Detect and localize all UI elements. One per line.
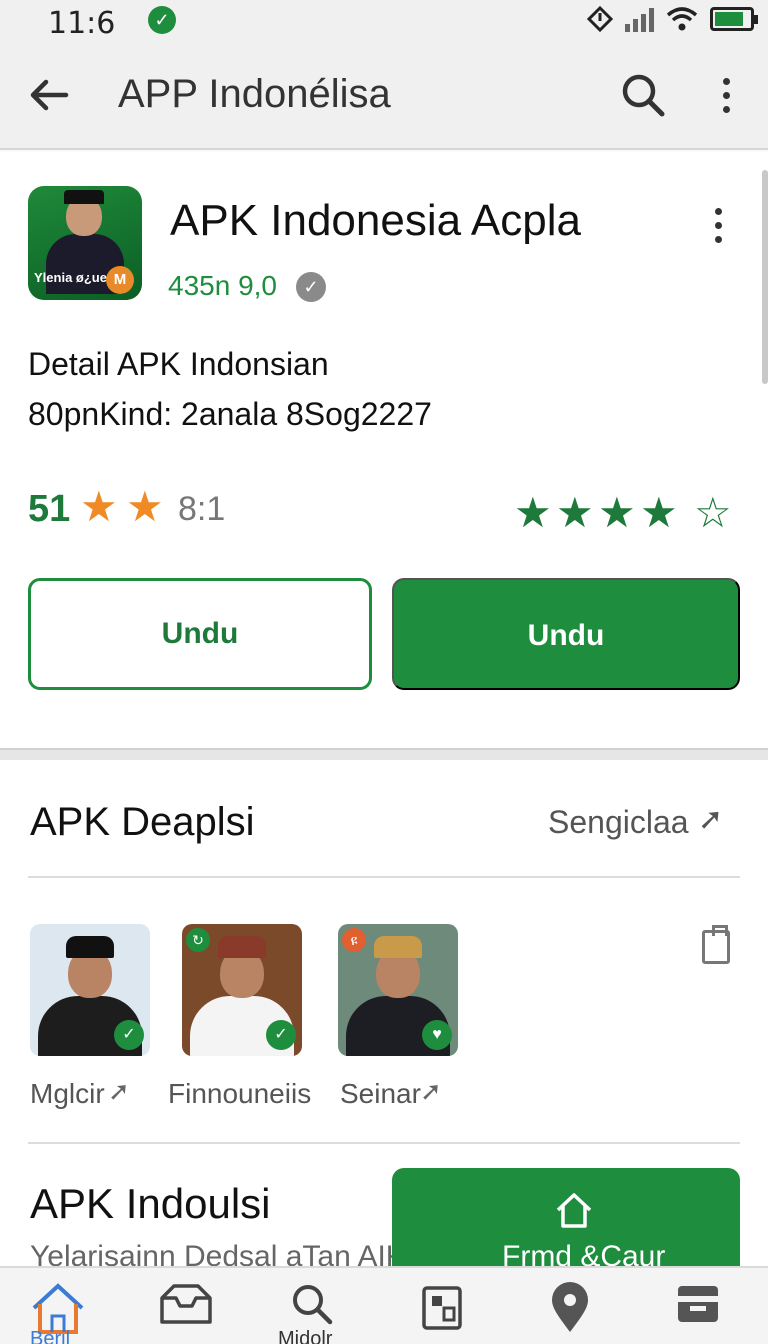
badge-icon: ✓ (266, 1020, 296, 1050)
star-outline-icon[interactable]: ☆ (694, 492, 732, 534)
data-saver-icon (587, 6, 613, 32)
section-separator (0, 748, 768, 760)
pointer-arrow-icon: ➚ (420, 1076, 442, 1106)
thumb-figure-hat (374, 936, 422, 958)
wallet-icon (678, 1286, 718, 1322)
nav-label-home: Beril (30, 1328, 71, 1344)
verified-icon: ✓ (296, 272, 326, 302)
detail-line-2: 80pnKind: 2anala 8Sog2227 (28, 396, 432, 432)
related-section: APK Deaplsi Sengiclaa ➚ ✓ ↻ ✓ ዩ ♥ Mglcir… (0, 760, 768, 1278)
app-detail-card: Ylenia ø¿ue M APK Indonesia Acpla 435n 9… (0, 152, 768, 748)
star-icon: ★ (126, 483, 164, 530)
thumb-image-1[interactable]: ✓ (30, 924, 150, 1056)
app-bar: APP Indonélisa (0, 46, 768, 150)
app-name: APK Indonesia Acpla (170, 196, 581, 245)
nav-apps[interactable] (420, 1282, 480, 1342)
section-link[interactable]: Sengiclaa (548, 804, 689, 841)
divider (28, 1142, 740, 1144)
status-icons (587, 6, 758, 32)
status-bar: 11:6 ✓ (0, 0, 768, 46)
location-icon (552, 1282, 588, 1332)
thumb-label-3: Seinar (340, 1078, 421, 1109)
app-icon-text: Ylenia ø¿ue (34, 270, 107, 285)
rating-value: 51 (28, 488, 71, 530)
check-icon: ✓ (148, 6, 176, 34)
download-outline-button[interactable]: Undu (28, 578, 372, 690)
page-title: APP Indonélisa (118, 72, 391, 116)
more-vert-icon[interactable] (712, 74, 742, 118)
detail-line-1: Detail APK Indonsian (28, 346, 329, 382)
search-icon[interactable] (620, 72, 666, 118)
section-title: APK Deaplsi (30, 800, 255, 844)
back-arrow-icon[interactable] (26, 72, 72, 118)
divider (28, 876, 740, 878)
wifi-icon (666, 7, 698, 31)
thumb-figure-hat (218, 936, 266, 958)
corner-badge-icon: ዩ (342, 928, 366, 952)
download-button[interactable]: Undu (392, 578, 740, 690)
app-icon-badge: M (106, 266, 134, 294)
pointer-arrow-icon: ➚ (698, 803, 724, 836)
bottom-navigation: Beril Midolr (0, 1266, 768, 1344)
status-time: 11:6 (48, 6, 116, 41)
scrollbar[interactable] (762, 170, 768, 384)
star-icon: ★ (80, 483, 118, 530)
app-version: 435n 9,0 (168, 270, 277, 301)
thumb-figure-hat (66, 936, 114, 958)
star-icon[interactable]: ★ (556, 492, 594, 534)
section2-title: APK Indoulsi (30, 1180, 271, 1227)
search-icon (293, 1285, 333, 1325)
star-icon[interactable]: ★ (598, 492, 636, 534)
pointer-arrow-icon: ➚ (108, 1076, 130, 1106)
nav-location[interactable] (548, 1282, 608, 1342)
thumb-label-1: Mglcir (30, 1078, 105, 1109)
badge-icon: ♥ (422, 1020, 452, 1050)
thumb-label-2: Finnouneiis (168, 1078, 312, 1109)
nav-label-search: Midolr (278, 1328, 333, 1344)
battery-icon (710, 7, 758, 31)
find-card-button[interactable]: Frmd &Caur (392, 1168, 740, 1278)
nav-inbox[interactable] (158, 1282, 218, 1342)
inbox-icon (160, 1284, 212, 1324)
clipboard-icon[interactable] (702, 925, 730, 964)
nav-wallet[interactable] (676, 1282, 736, 1342)
thumb-image-2[interactable]: ↻ ✓ (182, 924, 302, 1056)
thumb-image-3[interactable]: ዩ ♥ (338, 924, 458, 1056)
home-icon (556, 1193, 592, 1228)
star-icon[interactable]: ★ (514, 492, 552, 534)
app-icon[interactable]: Ylenia ø¿ue M (28, 186, 142, 300)
apps-icon (422, 1286, 462, 1330)
badge-icon: ✓ (114, 1020, 144, 1050)
corner-badge-icon: ↻ (186, 928, 210, 952)
rating-count: 8:1 (178, 490, 226, 528)
star-icon[interactable]: ★ (640, 492, 678, 534)
icon-figure-cap (64, 190, 104, 204)
signal-icon (625, 6, 654, 32)
card-more-icon[interactable] (706, 206, 732, 246)
home-icon (32, 1283, 84, 1334)
